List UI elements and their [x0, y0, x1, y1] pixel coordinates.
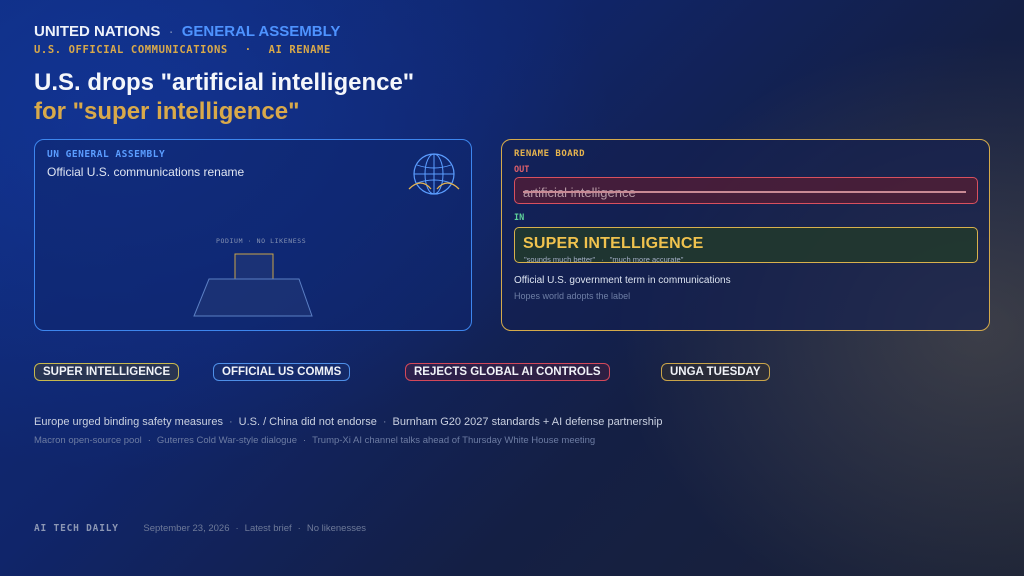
rename-description: Official U.S. government term in communi… [514, 275, 731, 286]
panel-subtitle: Official U.S. communications rename [47, 165, 245, 179]
fact-item: Europe urged binding safety measures [34, 416, 223, 428]
podium-illustration [193, 253, 313, 317]
rename-note: Hopes world adopts the label [514, 291, 631, 301]
subheader-tag-2: AI RENAME [268, 44, 331, 56]
podium-label: PODIUM · NO LIKENESS [216, 237, 307, 245]
quote-separator: · [601, 255, 604, 264]
subheader-tag-1: U.S. OFFICIAL COMMUNICATIONS [34, 44, 228, 56]
fact-item: Trump-Xi AI channel talks ahead of Thurs… [312, 435, 596, 446]
footer-brand: AI TECH DAILY [34, 523, 119, 534]
headline-line-2: for "super intelligence" [34, 98, 300, 125]
fact-item: Guterres Cold War-style dialogue [156, 435, 297, 446]
tag-rejects-global-ai-controls: REJECTS GLOBAL AI CONTROLS [405, 363, 610, 381]
fact-separator: · [147, 435, 151, 446]
tag-unga-tuesday: UNGA TUESDAY [661, 363, 770, 381]
footer-item: Latest brief [244, 523, 292, 534]
header-separator: · [168, 23, 174, 40]
fact-separator: · [382, 416, 387, 428]
panel-title: UN GENERAL ASSEMBLY [47, 149, 166, 160]
in-term: SUPER INTELLIGENCE [523, 235, 704, 252]
fact-item: Burnham G20 2027 standards + AI defense … [392, 416, 663, 428]
out-label: OUT [514, 165, 530, 175]
headline: U.S. drops "artificial intelligence" for… [34, 68, 414, 126]
out-term: artificial intelligence [523, 185, 636, 200]
fact-item: U.S. / China did not endorse [238, 416, 377, 428]
facts-line-2: Macron open-source pool · Guterres Cold Wa… [34, 435, 595, 446]
headline-line-1: U.S. drops "artificial intelligence" [34, 69, 415, 96]
subheader-tags: U.S. OFFICIAL COMMUNICATIONS · AI RENAME [34, 44, 331, 56]
strikethrough-line [523, 191, 966, 193]
org-name: UNITED NATIONS [34, 23, 161, 40]
fact-separator: · [303, 435, 307, 446]
tag-official-us-comms: OFFICIAL US COMMS [213, 363, 351, 381]
subheader-separator: · [244, 44, 252, 56]
quote-1: "sounds much better" [524, 255, 596, 264]
tag-super-intelligence: SUPER INTELLIGENCE [34, 363, 180, 381]
rename-board-title: RENAME BOARD [514, 149, 586, 159]
body-name: GENERAL ASSEMBLY [181, 23, 341, 40]
footer-date: September 23, 2026 [143, 523, 230, 534]
facts-line-1: Europe urged binding safety measures · U.S… [34, 416, 662, 428]
quotes: "sounds much better" · "much more accurate… [524, 255, 683, 264]
fact-item: Macron open-source pool [34, 435, 142, 446]
out-term-box: artificial intelligence [514, 177, 978, 204]
quote-2: "much more accurate" [609, 255, 684, 264]
footer: AI TECH DAILY September 23, 2026 · Latest … [34, 523, 366, 534]
un-general-assembly-panel: UN GENERAL ASSEMBLY Official U.S. commun… [34, 139, 472, 331]
footer-separator: · [235, 523, 239, 534]
footer-separator: · [297, 523, 301, 534]
in-term-box: SUPER INTELLIGENCE "sounds much better" ·… [514, 227, 978, 264]
rename-board-panel: RENAME BOARD OUT artificial intelligence… [501, 139, 990, 331]
footer-item: No likenesses [306, 523, 366, 534]
fact-separator: · [228, 416, 233, 428]
header-line: UNITED NATIONS · GENERAL ASSEMBLY [34, 23, 340, 40]
globe-icon [408, 153, 460, 195]
in-label: IN [514, 213, 525, 223]
